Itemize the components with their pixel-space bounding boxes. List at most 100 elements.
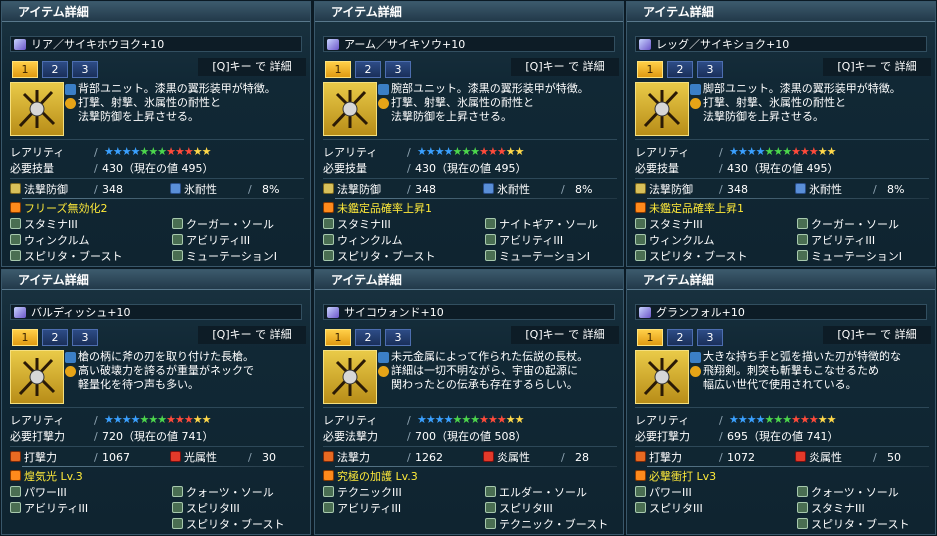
separator: [323, 407, 617, 408]
affix-label: スタミナIII: [649, 218, 703, 231]
star-icon: ★: [425, 413, 436, 426]
star-icon: ★: [192, 145, 203, 158]
item-status-icons: [378, 84, 390, 112]
affix-slot: スピリタIII: [635, 501, 703, 516]
star-icon: ★: [782, 145, 792, 158]
primary-stat: 法撃防御: [323, 182, 381, 197]
affix-slot: アビリティIII: [797, 233, 875, 248]
affix-slot: パワーIII: [635, 485, 692, 500]
detail-key-hint: [Q]キー で 詳細: [823, 58, 931, 76]
affix-label: ミューテーションI: [811, 250, 903, 263]
star-icon: ★: [175, 413, 185, 426]
tab-1[interactable]: 1: [637, 329, 663, 346]
item-image: [10, 350, 64, 404]
affix-label: 未鑑定品確率上昇1: [337, 202, 432, 215]
element-icon: [483, 451, 494, 462]
affix-icon: [635, 470, 646, 481]
item-detail-panel: アイテム詳細 アーム／サイキソウ+10 1 2 3 [Q]キー で 詳細 腕部ユニット。漆黒…: [314, 1, 624, 267]
affix-slot: アビリティIII: [10, 501, 88, 516]
affix-slot: スピリタIII: [172, 501, 240, 516]
affix-icon: [172, 486, 183, 497]
tab-2[interactable]: 2: [355, 61, 381, 78]
affix-slot: 煌気光 Lv.3: [10, 469, 83, 484]
secondary-stat-label: 氷耐性: [184, 183, 217, 196]
star-icon: ★: [800, 145, 810, 158]
tab-3[interactable]: 3: [697, 61, 723, 78]
separator: [335, 198, 617, 199]
separator: [10, 446, 304, 447]
rarity-row: レアリティ / ★★★★★★★★★★★★: [323, 413, 617, 428]
slash-divider: /: [248, 183, 252, 196]
description-line: 打撃、射撃、氷属性の耐性と: [703, 96, 846, 109]
affix-label: アビリティIII: [811, 234, 876, 247]
star-icon: ★: [808, 413, 819, 426]
star-icon: ★: [157, 145, 167, 158]
tab-2[interactable]: 2: [667, 329, 693, 346]
tab-1[interactable]: 1: [12, 329, 38, 346]
requirement-value: 430（現在の値 495）: [415, 162, 527, 175]
primary-stat-label: 法撃防御: [649, 183, 693, 196]
affix-label: スピリタ・ブースト: [24, 250, 123, 263]
slash-divider: /: [719, 183, 723, 196]
tab-1[interactable]: 1: [325, 329, 351, 346]
star-icon: ★: [514, 145, 525, 158]
affix-slot: スタミナIII: [635, 217, 703, 232]
secondary-stat-value: 8%: [575, 183, 593, 196]
tab-2[interactable]: 2: [355, 329, 381, 346]
description-line: 脚部ユニット。漆黒の翼形装甲が特徴。: [703, 82, 901, 95]
primary-stat-label: 法撃防御: [24, 183, 68, 196]
tab-3[interactable]: 3: [72, 329, 98, 346]
separator: [335, 466, 617, 467]
affix-icon: [323, 470, 334, 481]
primary-stat-label: 打撃力: [649, 451, 682, 464]
affix-slot: クーガー・ソール: [172, 217, 274, 232]
rarity-label: レアリティ: [10, 414, 65, 427]
tab-3[interactable]: 3: [385, 329, 411, 346]
affix-slot: スピリタ・ブースト: [323, 249, 435, 264]
slash-divider: /: [719, 162, 723, 175]
tab-1[interactable]: 1: [12, 61, 38, 78]
stat-row: 法撃防御 / 348 氷耐性 / 8%: [10, 182, 304, 197]
tab-2[interactable]: 2: [667, 61, 693, 78]
affix-label: アビリティIII: [186, 234, 251, 247]
secondary-stat: 氷耐性: [170, 182, 217, 197]
item-name-bar: グランフォル+10: [635, 304, 927, 320]
separator: [10, 139, 304, 140]
star-icon: ★: [729, 413, 739, 426]
star-icon: ★: [737, 145, 748, 158]
affix-icon: [172, 250, 183, 261]
secondary-stat-label: 炎属性: [809, 451, 842, 464]
affix-icon: [10, 234, 21, 245]
tab-3[interactable]: 3: [385, 61, 411, 78]
star-icon: ★: [782, 413, 792, 426]
star-icon: ★: [130, 413, 141, 426]
star-icon: ★: [183, 145, 194, 158]
item-status-icons: [378, 352, 390, 380]
slash-divider: /: [248, 451, 252, 464]
affix-label: テクニックIII: [337, 486, 402, 499]
tab-1[interactable]: 1: [325, 61, 351, 78]
slash-divider: /: [407, 162, 411, 175]
star-icon: ★: [434, 413, 445, 426]
rarity-stars: ★★★★★★★★★★★★: [729, 144, 836, 159]
rarity-row: レアリティ / ★★★★★★★★★★★★: [10, 413, 304, 428]
item-name: アーム／サイキソウ+10: [344, 38, 466, 51]
affix-label: アビリティIII: [499, 234, 564, 247]
requirement-row: 必要打撃力 / 695（現在の値 741）: [635, 429, 929, 444]
tab-3[interactable]: 3: [72, 61, 98, 78]
star-icon: ★: [808, 145, 819, 158]
tab-1[interactable]: 1: [637, 61, 663, 78]
description-line: 腕部ユニット。漆黒の翼形装甲が特徴。: [391, 82, 589, 95]
item-name-bar: アーム／サイキソウ+10: [323, 36, 615, 52]
star-icon: ★: [417, 413, 427, 426]
description-line: 未元金属によって作られた伝説の長杖。: [391, 350, 589, 363]
rarity-label: レアリティ: [10, 146, 65, 159]
affix-label: スピリタIII: [186, 502, 240, 515]
description-line: 背部ユニット。漆黒の翼形装甲が特徴。: [78, 82, 276, 95]
tab-2[interactable]: 2: [42, 61, 68, 78]
affix-icon: [323, 502, 334, 513]
tab-2[interactable]: 2: [42, 329, 68, 346]
tab-3[interactable]: 3: [697, 329, 723, 346]
affix-label: スピリタ・ブースト: [811, 518, 910, 531]
affix-label: アビリティIII: [337, 502, 402, 515]
